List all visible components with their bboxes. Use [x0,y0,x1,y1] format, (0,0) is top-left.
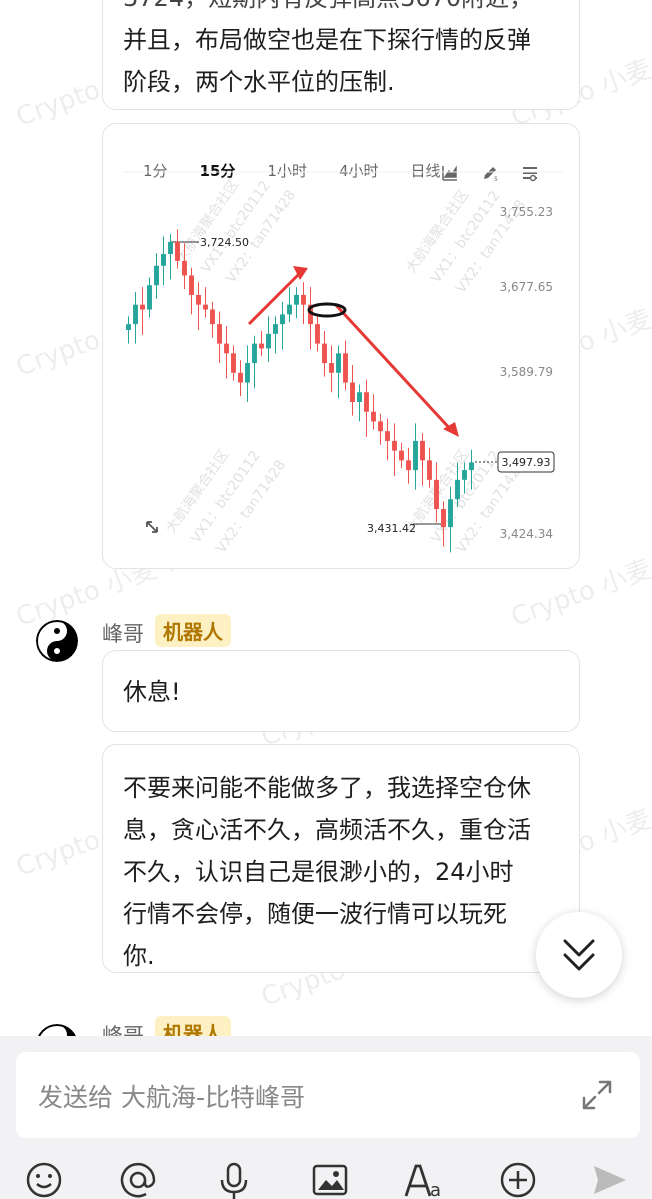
candle-body [413,440,418,471]
candle-body [168,241,173,255]
message-line: 你. [123,942,155,970]
candle-body [133,304,138,325]
candle-body [203,304,208,310]
scroll-to-bottom-button[interactable] [536,912,622,998]
candle-body [147,285,152,310]
message-line: 3724，短期内有反弹高点3670附近， [123,0,559,19]
candle-body [427,460,432,480]
candle-body [336,353,341,373]
candle-body [140,304,145,310]
candle-body [378,421,383,432]
toolbar: a [0,1160,652,1199]
candle-body [364,392,369,412]
chart-image-card[interactable]: 1分 15分 1小时 4小时 日线 5 大航海聚合社区 VX1：btc20112… [102,123,580,569]
message-line: 阶段，两个水平位的压制. [123,68,395,96]
candle-body [406,460,411,471]
candle-body [455,479,460,500]
candle-body [280,314,285,325]
candle-body [329,363,334,373]
candle-body [245,363,250,383]
candle-body [301,294,306,305]
candle-body [385,431,390,441]
candle-body [448,499,453,528]
candle-body [154,265,159,286]
candle-body [189,275,194,295]
image-icon[interactable] [310,1160,350,1199]
sender-name: 峰哥 [102,622,144,646]
candle-body [434,479,439,510]
candle-body [238,372,243,383]
message-input[interactable]: 发送给 大航海-比特峰哥 [16,1052,640,1138]
avatar[interactable] [36,620,78,662]
candle-body [469,462,474,471]
candle-body [196,294,201,305]
candle-body [392,440,397,451]
candle-body [126,324,131,330]
double-chevron-down-icon [563,939,595,971]
message-line: 不要来问能不能做多了，我选择空仓休 [123,774,531,802]
message-bubble[interactable]: 休息! [102,650,580,732]
candle-body [266,333,271,349]
candle-body [231,353,236,373]
candle-body [420,440,425,461]
candle-body [462,470,467,480]
message-bubble[interactable]: 不要来问能不能做多了，我选择空仓休 息，贪心活不久，高频活不久，重仓活 不久，认… [102,744,580,973]
message-line: 息，贪心活不久，高频活不久，重仓活 [123,816,531,844]
candle-body [294,294,299,305]
yin-yang-icon [36,620,78,662]
mention-icon[interactable] [118,1160,158,1199]
candle-body [322,343,327,364]
bot-badge: 机器人 [155,614,231,647]
mic-icon[interactable] [214,1160,254,1199]
y-tick-label: 3,424.34 [500,527,553,541]
emoji-icon[interactable] [24,1160,64,1199]
candle-body [182,260,187,276]
message-text: 休息! [123,678,181,706]
message-line: 行情不会停，随便一波行情可以玩死 [123,900,507,928]
expand-icon[interactable] [580,1078,614,1112]
candle-body [217,324,222,344]
composer-area: 发送给 大航海-比特峰哥 a [0,1036,652,1199]
candle-body [315,324,320,344]
candle-body [399,450,404,461]
candle-body [371,411,376,422]
fullscreen-icon[interactable] [146,521,158,533]
candle-body [210,309,215,325]
candlestick-chart: 大航海聚合社区 VX1：btc20112 VX2：tan71428 大航海聚合社… [123,171,563,556]
candle-body [161,254,166,266]
candle-body [252,343,257,364]
add-icon[interactable] [498,1160,538,1199]
candle-body [441,509,446,528]
send-icon[interactable] [590,1160,630,1199]
candle-body [259,343,264,349]
message-bubble[interactable]: 3724，短期内有反弹高点3670附近， 并且，布局做空也是在下探行情的反弹 阶… [102,0,580,110]
candle-body [175,241,180,261]
low-price-label: 3,431.42 [367,522,416,535]
candle-body [357,392,362,402]
candle-body [287,304,292,315]
message-line: 并且，布局做空也是在下探行情的反弹 [123,26,531,54]
input-placeholder: 发送给 大航海-比特峰哥 [38,1083,305,1112]
high-price-label: 3,724.50 [200,236,249,249]
candle-body [273,324,278,334]
message-line: 不久，认识自己是很渺小的，24小时 [123,858,514,886]
y-tick-label: 3,589.79 [500,365,553,379]
current-price-label: 3,497.93 [502,456,551,469]
y-tick-label: 3,755.23 [500,205,553,219]
candle-body [343,353,348,383]
candle-body [224,343,229,354]
candle-body [350,382,355,402]
font-icon[interactable]: a [404,1160,444,1199]
y-tick-label: 3,677.65 [500,280,553,294]
svg-text:a: a [430,1180,441,1199]
